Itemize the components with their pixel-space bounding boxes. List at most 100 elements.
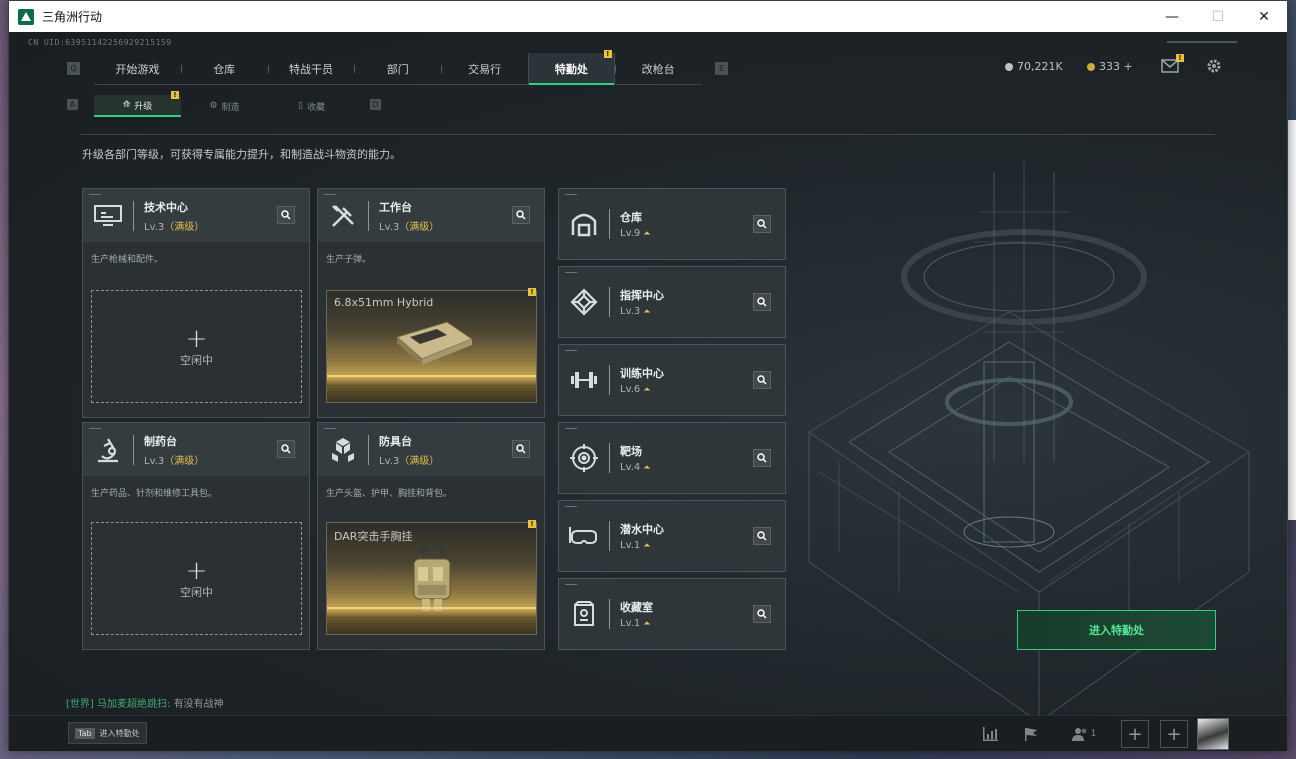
card-separator — [133, 200, 134, 231]
dept-name: 工作台 — [379, 200, 412, 214]
close-button[interactable]: ✕ — [1241, 1, 1287, 32]
gold-currency[interactable]: 333 + — [1087, 60, 1133, 73]
subtab-collection[interactable]: ▯ 收藏 — [268, 95, 355, 117]
item-name: 6.8x51mm Hybrid — [334, 296, 434, 309]
dept-card-workbench[interactable]: 工作台 Lv.3（满级） 生产子弹。 6.8x51mm Hybrid ! — [317, 188, 545, 418]
tab-start-game[interactable]: 开始游戏 — [94, 53, 181, 84]
settings-gear-icon[interactable] — [1204, 56, 1224, 76]
dept-card-pharmacy[interactable]: 制药台 Lv.3（满级） 生产药品、针剂和维修工具包。 + 空闲中 — [82, 422, 310, 650]
subtab-craft-label: 制造 — [221, 102, 240, 113]
main-nav: 开始游戏 仓库 特战干员 部门 交易行 特勤处 ! 改枪台 — [94, 50, 702, 85]
sub-nav: ⟰ 升级 ! ⚙ 制造 ▯ 收藏 — [94, 91, 355, 117]
nav-prev-key-hint[interactable]: Q — [67, 62, 80, 75]
production-slot-empty[interactable]: + 空闲中 — [91, 522, 302, 635]
production-slot-empty[interactable]: + 空闲中 — [91, 290, 302, 403]
title-bar: 三角洲行动 — ☐ ✕ — [9, 1, 1287, 32]
dept-card-armor-bench[interactable]: 防具台 Lv.3（满级） 生产头盔、护甲、胸挂和背包。 DAR突击手胸挂 ! — [317, 422, 545, 650]
tab-department[interactable]: 部门 — [354, 53, 441, 84]
tab-warehouse[interactable]: 仓库 — [180, 53, 268, 84]
dept-card-shooting-range[interactable]: 靶场 Lv.4 ⏶ — [558, 422, 786, 494]
dept-level-value: Lv.3 — [620, 306, 641, 317]
card-header: 防具台 Lv.3（满级） — [318, 423, 544, 476]
enter-special-ops-button[interactable]: 进入特勤处 — [1017, 610, 1216, 650]
subtab-upgrade-label: 升级 — [134, 101, 153, 112]
dept-name: 防具台 — [379, 434, 412, 448]
search-icon[interactable] — [512, 206, 530, 224]
dumbbell-icon — [559, 345, 609, 415]
squad-slot-add-button[interactable]: + — [1121, 720, 1149, 748]
tab-special-ops-label: 特勤处 — [554, 62, 588, 76]
search-icon[interactable] — [753, 527, 771, 545]
subnav-next-key-hint[interactable]: D — [370, 99, 381, 110]
dept-card-diving-center[interactable]: 潜水中心 Lv.1 ⏶ — [558, 500, 786, 572]
search-icon[interactable] — [277, 440, 295, 458]
top-divider — [1167, 41, 1237, 43]
subnav-prev-key-hint[interactable]: A — [67, 99, 78, 110]
add-icon: + — [185, 323, 208, 354]
dept-level-value: Lv.4 — [620, 462, 641, 473]
tab-operators[interactable]: 特战干员 — [267, 53, 355, 84]
item-rarity-stripe — [327, 607, 536, 609]
target-icon — [559, 423, 609, 493]
friends-icon[interactable]: 1 — [1067, 721, 1101, 747]
dept-level-value: Lv.3 — [144, 221, 165, 233]
card-header: 技术中心 Lv.3（满级） — [83, 189, 309, 242]
tab-special-ops[interactable]: 特勤处 ! — [527, 50, 615, 85]
tab-shortcut-label: 进入特勤处 — [99, 728, 140, 738]
maximize-button[interactable]: ☐ — [1195, 1, 1241, 32]
player-uid: CN UID:6395114225692921515​9 — [28, 38, 172, 47]
app-logo-icon — [18, 8, 34, 25]
notification-badge: ! — [603, 50, 612, 58]
dept-level: Lv.3（满级） — [144, 218, 204, 233]
dept-level-value: Lv.9 — [620, 228, 641, 239]
search-icon[interactable] — [753, 293, 771, 311]
dept-level-value: Lv.3 — [144, 455, 165, 467]
tab-trading[interactable]: 交易行 — [441, 53, 528, 84]
dept-level: Lv.3（满级） — [379, 218, 439, 233]
subtab-craft[interactable]: ⚙ 制造 — [181, 95, 268, 117]
squad-slot-add-button[interactable]: + — [1160, 720, 1188, 748]
dept-level-value: Lv.1 — [620, 540, 641, 551]
item-ready-badge: ! — [528, 288, 536, 296]
nav-next-key-hint[interactable]: E — [715, 62, 728, 75]
upgrade-arrow-icon: ⏶ — [643, 463, 651, 473]
player-avatar[interactable] — [1197, 718, 1229, 750]
stats-chart-icon[interactable] — [977, 721, 1003, 747]
upgrade-arrow-icon: ⏶ — [643, 385, 651, 395]
dept-level-value: Lv.3 — [379, 221, 400, 233]
production-slot-item[interactable]: DAR突击手胸挂 ! — [326, 520, 537, 635]
dept-name: 收藏室 — [620, 601, 653, 614]
dept-name: 指挥中心 — [620, 289, 664, 302]
dept-card-training-center[interactable]: 训练中心 Lv.6 ⏶ — [558, 344, 786, 416]
search-icon[interactable] — [753, 371, 771, 389]
dept-description: 生产药品、针剂和维修工具包。 — [91, 489, 218, 499]
search-icon[interactable] — [277, 206, 295, 224]
search-icon[interactable] — [753, 215, 771, 233]
header-divider — [81, 134, 1215, 135]
card-header: 潜水中心 Lv.1 ⏶ — [559, 501, 785, 571]
subtab-upgrade[interactable]: ⟰ 升级 ! — [94, 91, 181, 117]
dept-card-warehouse[interactable]: 仓库 Lv.9 ⏶ — [558, 188, 786, 260]
card-separator — [133, 434, 134, 465]
tab-gunsmith[interactable]: 改枪台 — [614, 53, 702, 84]
card-separator — [609, 443, 610, 473]
dept-card-collection-room[interactable]: 收藏室 Lv.1 ⏶ — [558, 578, 786, 650]
card-separator — [609, 287, 610, 317]
collection-icon: ▯ — [298, 101, 303, 111]
search-icon[interactable] — [512, 440, 530, 458]
dept-description: 生产子弹。 — [326, 255, 372, 265]
card-header: 指挥中心 Lv.3 ⏶ — [559, 267, 785, 337]
tab-shortcut-hint[interactable]: Tab 进入特勤处 — [68, 722, 147, 744]
card-header: 靶场 Lv.4 ⏶ — [559, 423, 785, 493]
world-chat-line[interactable]: [世界] 马加麦超绝跳扫: 有没有战神 — [66, 695, 224, 710]
production-slot-item[interactable]: 6.8x51mm Hybrid ! — [326, 288, 537, 403]
friend-count: 1 — [1090, 729, 1097, 739]
page-description: 升级各部门等级，可获得专属能力提升，和制造战斗物资的能力。 — [82, 148, 401, 161]
mail-icon[interactable]: ! — [1160, 54, 1184, 76]
flag-icon[interactable] — [1018, 721, 1044, 747]
search-icon[interactable] — [753, 605, 771, 623]
minimize-button[interactable]: — — [1149, 1, 1195, 32]
dept-card-tech-center[interactable]: 技术中心 Lv.3（满级） 生产枪械和配件。 + 空闲中 — [82, 188, 310, 418]
search-icon[interactable] — [753, 449, 771, 467]
dept-card-command-center[interactable]: 指挥中心 Lv.3 ⏶ — [558, 266, 786, 338]
